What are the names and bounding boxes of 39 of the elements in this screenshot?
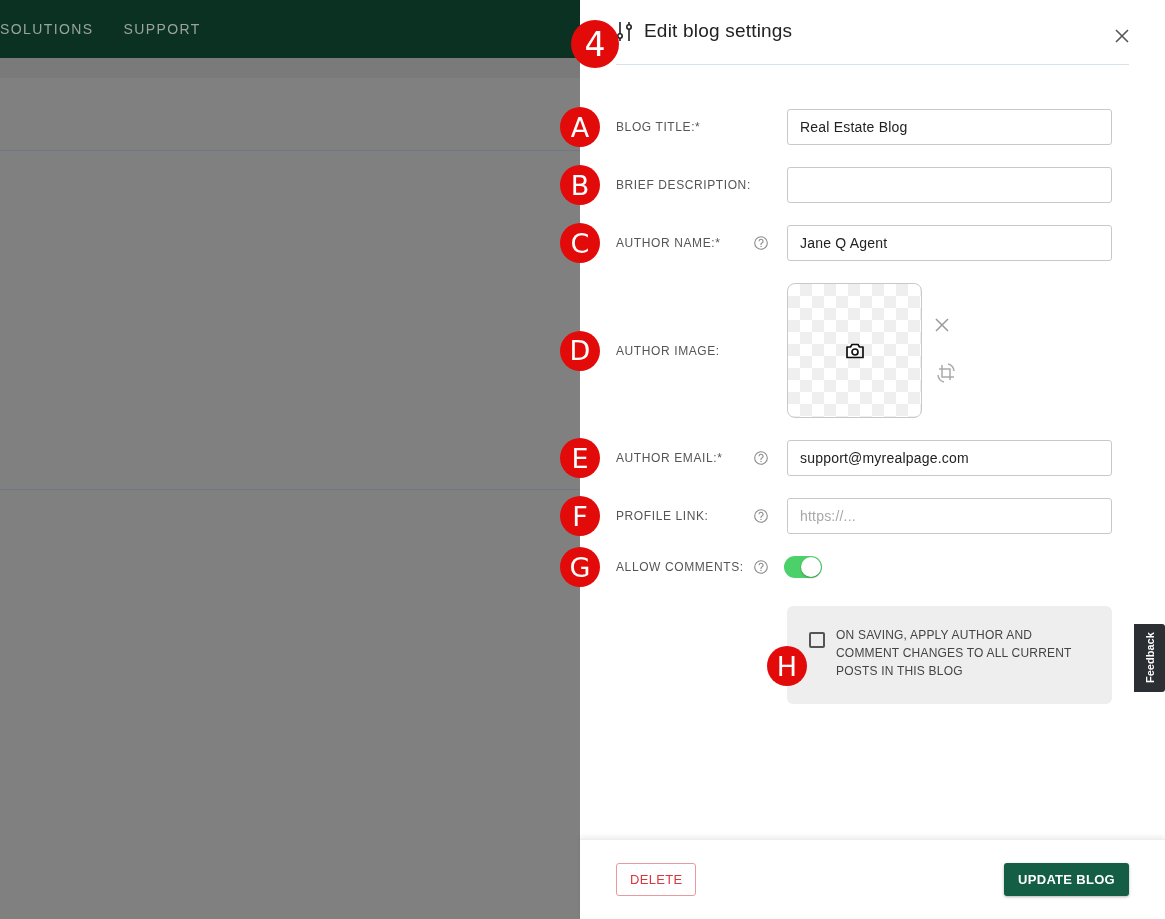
text-field[interactable] <box>787 167 1112 203</box>
image-upload-area[interactable] <box>787 283 922 418</box>
help-icon[interactable] <box>754 236 768 250</box>
field-label: AUTHOR EMAIL:* <box>616 451 724 465</box>
nav-link[interactable]: SUPPORT <box>123 21 201 37</box>
step-marker: A <box>560 107 600 147</box>
dialog-title: Edit blog settings <box>644 20 793 42</box>
field-label: BLOG TITLE:* <box>616 120 702 134</box>
checkbox[interactable] <box>809 632 825 648</box>
step-marker: C <box>560 223 600 263</box>
step-marker: F <box>560 496 600 536</box>
help-icon[interactable] <box>754 451 768 465</box>
field-label: AUTHOR IMAGE: <box>616 343 721 358</box>
text-field[interactable]: Real Estate Blog <box>787 109 1112 145</box>
sliders-icon <box>616 20 634 42</box>
help-icon[interactable] <box>754 509 768 523</box>
field-label: AUTHOR NAME:* <box>616 236 722 250</box>
update-button[interactable]: UPDATE BLOG <box>1004 863 1129 896</box>
step-marker: G <box>560 547 600 587</box>
text-field[interactable]: support@myrealpage.com <box>787 440 1112 476</box>
step-marker: H <box>767 646 807 686</box>
text-field[interactable]: Jane Q Agent <box>787 225 1112 261</box>
field-label: BRIEF DESCRIPTION: <box>616 178 752 192</box>
close-icon[interactable] <box>1115 29 1129 43</box>
step-marker: 4 <box>571 20 619 68</box>
field-label: ALLOW COMMENTS: <box>616 560 745 574</box>
step-marker: B <box>560 165 600 205</box>
field-label: PROFILE LINK: <box>616 509 710 523</box>
camera-icon <box>844 341 865 360</box>
nav-link[interactable]: SOLUTIONS <box>0 21 94 37</box>
text-field[interactable]: https://... <box>787 498 1112 534</box>
step-marker: E <box>560 438 600 478</box>
delete-button[interactable]: DELETE <box>616 863 697 896</box>
feedback-tab[interactable]: Feedback <box>1134 624 1165 692</box>
crop-rotate-icon[interactable] <box>935 361 957 384</box>
checkbox-label: ON SAVING, APPLY AUTHOR AND COMMENT CHANGES TO ALL CURRENT POSTS IN THIS BLOG <box>836 627 1073 680</box>
help-icon[interactable] <box>754 560 768 574</box>
step-marker: D <box>560 330 600 371</box>
toggle-switch[interactable] <box>784 556 822 578</box>
